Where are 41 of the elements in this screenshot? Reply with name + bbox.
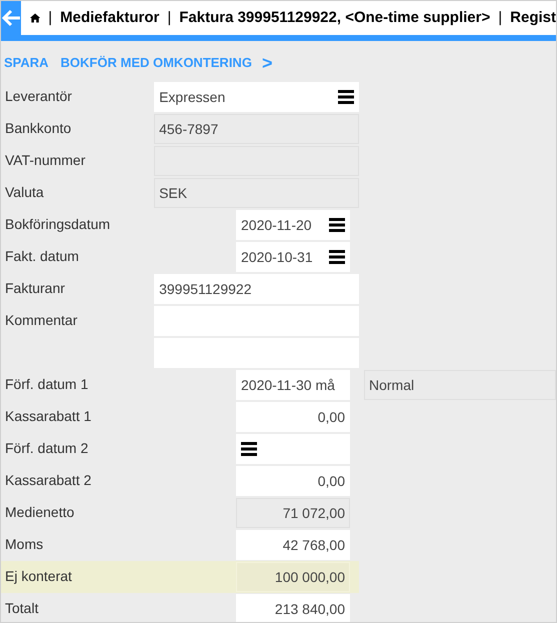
field-label: Totalt [5, 600, 38, 616]
menu-icon[interactable] [329, 250, 345, 264]
breadcrumb[interactable]: Mediefakturor [60, 6, 160, 30]
input-field[interactable]: 2020-11-30 må [236, 370, 350, 400]
input-field[interactable]: 100 000,00 [236, 562, 350, 592]
input-field[interactable]: 2020-11-20 [236, 210, 350, 240]
input-field[interactable]: Normal [364, 370, 556, 400]
field-label: Ej konterat [5, 568, 72, 584]
field-label: Medienetto [5, 504, 74, 520]
input-field[interactable]: 0,00 [236, 466, 350, 496]
breadcrumb-separator: | [498, 8, 502, 28]
field-label: Förf. datum 1 [5, 376, 88, 392]
field-label: VAT-nummer [5, 152, 86, 168]
input-field[interactable]: 42 768,00 [236, 530, 350, 560]
menu-icon[interactable] [329, 218, 345, 232]
input-field[interactable]: 456-7897 [154, 114, 359, 144]
field-label: Kommentar [5, 312, 78, 328]
breadcrumb[interactable]: Regist [510, 6, 556, 30]
input-field[interactable]: Expressen [154, 82, 359, 112]
field-label: Valuta [5, 184, 44, 200]
field-label: Moms [5, 536, 44, 552]
field-label: Leverantör [5, 88, 72, 104]
input-field[interactable]: 213 840,00 [236, 594, 350, 622]
field-label: Fakt. datum [5, 248, 79, 264]
field-label: Bankkonto [5, 120, 72, 136]
back-button[interactable] [1, 1, 21, 35]
field-label: Förf. datum 2 [5, 440, 88, 456]
input-field[interactable]: 2020-10-31 [236, 242, 350, 272]
input-field[interactable]: 0,00 [236, 402, 350, 432]
field-label: Kassarabatt 2 [5, 472, 92, 488]
menu-icon[interactable] [338, 90, 354, 104]
breadcrumb-separator: | [167, 8, 172, 28]
field-label: Kassarabatt 1 [5, 408, 92, 424]
menu-icon[interactable] [241, 442, 257, 456]
field-label: Bokföringsdatum [5, 216, 110, 232]
field-label: Fakturanr [5, 280, 65, 296]
breadcrumb-separator: | [48, 8, 52, 28]
input-field[interactable]: SEK [154, 178, 359, 208]
input-field[interactable]: 71 072,00 [236, 498, 350, 528]
input-field[interactable]: 399951129922 [154, 274, 359, 304]
breadcrumb[interactable]: Faktura 399951129922, <One-time supplier> [179, 6, 490, 30]
